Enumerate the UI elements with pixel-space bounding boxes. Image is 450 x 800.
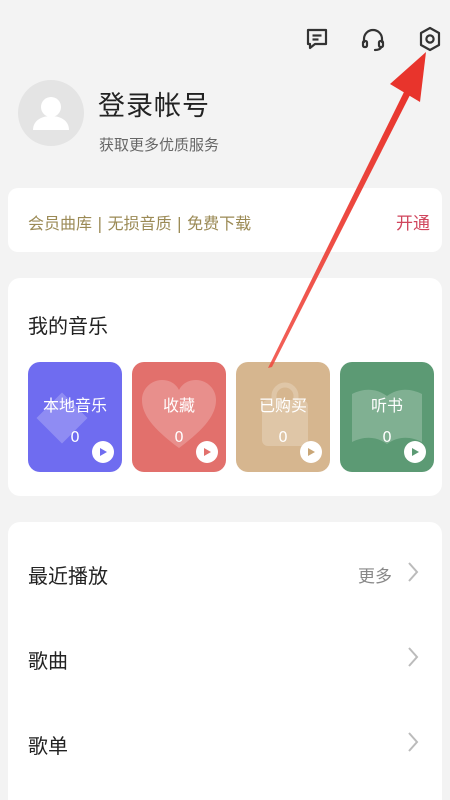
vip-open-button[interactable]: 开通 <box>396 209 430 234</box>
chevron-right-icon <box>408 732 419 752</box>
login-title[interactable]: 登录帐号 <box>98 84 210 123</box>
login-subtitle: 获取更多优质服务 <box>99 136 220 154</box>
row-playlists[interactable]: 歌单 <box>8 712 442 772</box>
play-icon[interactable] <box>404 441 426 463</box>
chevron-right-icon <box>408 647 419 667</box>
message-icon[interactable] <box>300 22 334 56</box>
my-music-card: 我的音乐 本地音乐 0 收藏 0 已购买 0 听书 0 <box>8 278 442 496</box>
chevron-right-icon <box>408 562 419 582</box>
row-label: 歌单 <box>28 734 68 758</box>
tile-label: 已购买 <box>258 396 307 415</box>
tile-label: 收藏 <box>162 396 195 415</box>
vip-banner[interactable]: 会员曲库 | 无损音质 | 免费下载 开通 <box>8 188 442 252</box>
play-icon[interactable] <box>300 441 322 463</box>
my-music-title: 我的音乐 <box>28 314 108 338</box>
settings-icon[interactable] <box>413 22 447 56</box>
play-icon[interactable] <box>92 441 114 463</box>
play-icon[interactable] <box>196 441 218 463</box>
tile-local-music[interactable]: 本地音乐 0 <box>28 362 122 472</box>
tile-favorites[interactable]: 收藏 0 <box>132 362 226 472</box>
library-list: 最近播放 更多 歌曲 歌单 <box>8 522 442 800</box>
tile-label: 本地音乐 <box>42 396 107 415</box>
vip-benefits-text: 会员曲库 | 无损音质 | 免费下载 <box>28 214 252 233</box>
row-label: 最近播放 <box>28 564 108 588</box>
user-silhouette-icon <box>33 97 69 130</box>
tile-label: 听书 <box>370 396 403 415</box>
headset-icon[interactable] <box>356 22 390 56</box>
row-label: 歌曲 <box>28 649 68 673</box>
avatar[interactable] <box>18 80 84 146</box>
row-songs[interactable]: 歌曲 <box>8 627 442 687</box>
profile-section[interactable]: 登录帐号 获取更多优质服务 <box>18 80 438 170</box>
tile-audiobooks[interactable]: 听书 0 <box>340 362 434 472</box>
tile-purchased[interactable]: 已购买 0 <box>236 362 330 472</box>
top-toolbar <box>0 22 450 62</box>
row-recent-plays[interactable]: 最近播放 更多 <box>8 542 442 602</box>
more-link[interactable]: 更多 <box>358 562 392 587</box>
